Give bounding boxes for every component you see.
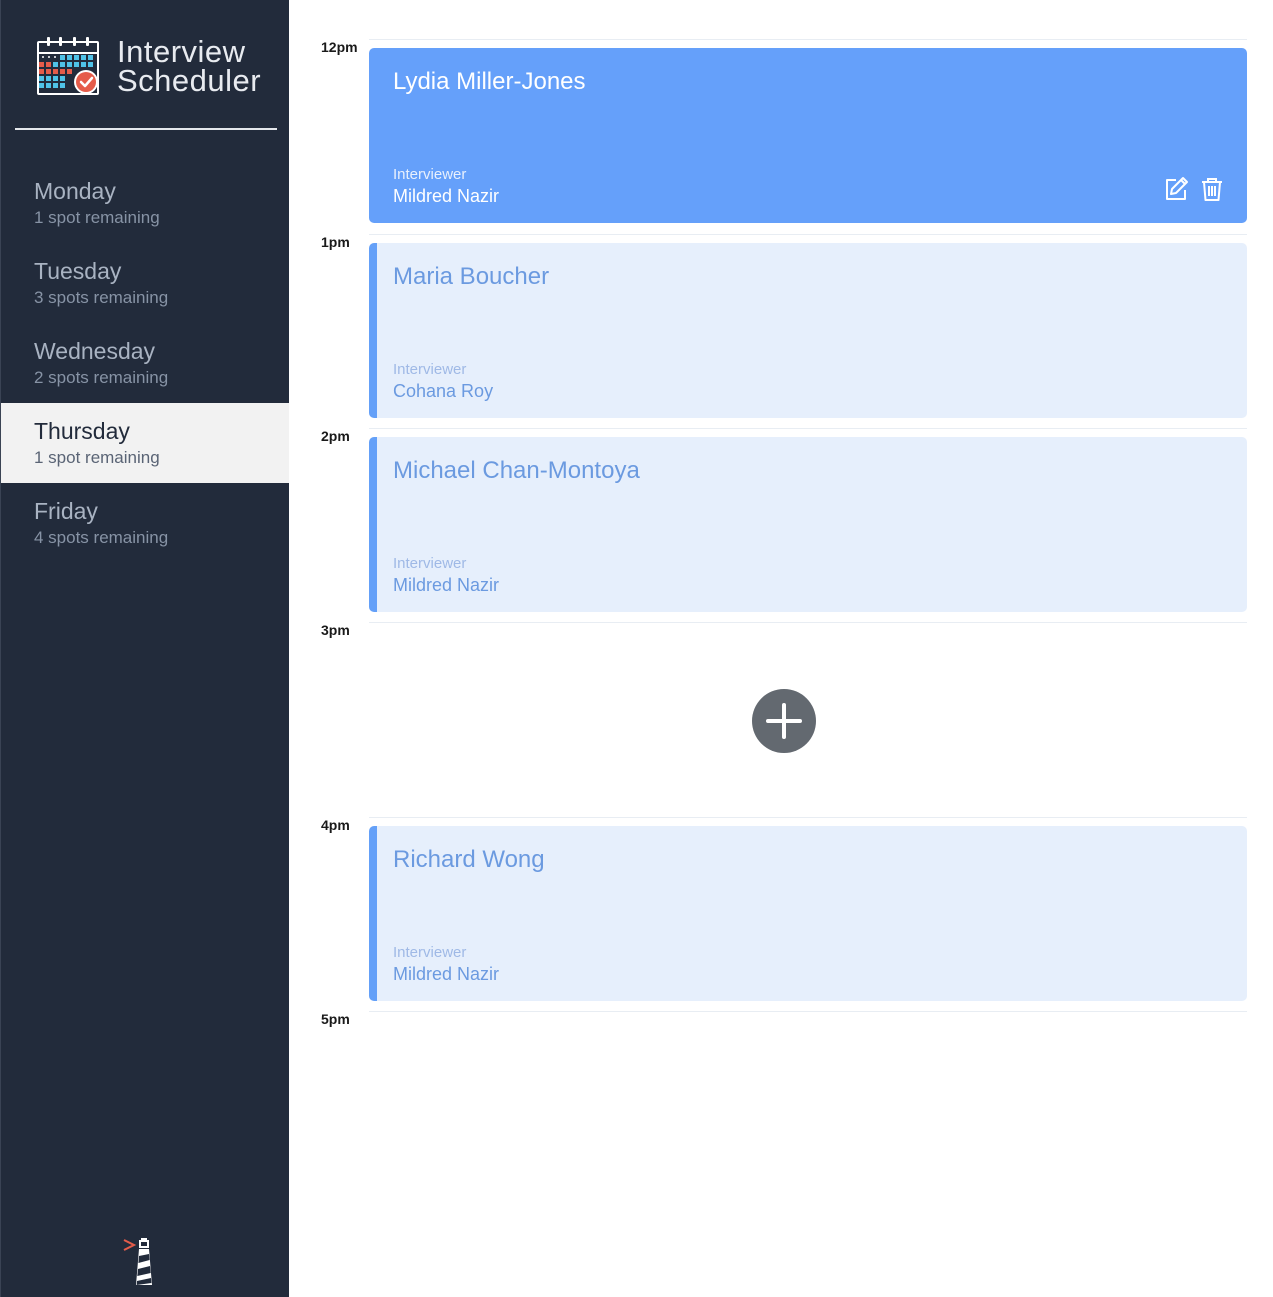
slot-divider: [369, 817, 1247, 818]
interviewer-label: Interviewer: [393, 555, 467, 572]
day-name: Tuesday: [34, 258, 122, 284]
slot-divider: [369, 234, 1247, 235]
slot-divider: [369, 622, 1247, 623]
day-spots-remaining: 4 spots remaining: [34, 528, 169, 547]
day-name: Thursday: [34, 418, 130, 444]
time-label: 1pm: [321, 234, 350, 250]
day-item-thursday[interactable]: Thursday 1 spot remaining: [1, 403, 289, 483]
student-name: Lydia Miller-Jones: [393, 68, 586, 95]
slot-divider: [369, 39, 1247, 40]
appointment-card[interactable]: Lydia Miller-Jones Interviewer Mildred N…: [369, 48, 1247, 223]
app-title-line2: Scheduler: [117, 63, 262, 98]
appointment-card[interactable]: Maria Boucher Interviewer Cohana Roy: [369, 243, 1247, 418]
slot-divider: [369, 428, 1247, 429]
app-title-line1: Interview: [117, 34, 246, 69]
interviewer-name: Cohana Roy: [393, 381, 494, 401]
day-item-friday[interactable]: Friday 4 spots remaining: [1, 483, 289, 563]
day-spots-remaining: 1 spot remaining: [34, 448, 160, 467]
day-spots-remaining: 2 spots remaining: [34, 368, 169, 387]
add-appointment-button[interactable]: [752, 689, 816, 753]
time-label: 3pm: [321, 622, 350, 638]
interviewer-label: Interviewer: [393, 944, 467, 961]
sidebar: Interview Scheduler Monday 1 spot remain…: [0, 0, 289, 1297]
app-layout: Interview Scheduler Monday 1 spot remain…: [0, 0, 1273, 1297]
appointment-card[interactable]: Richard Wong Interviewer Mildred Nazir: [369, 826, 1247, 1001]
day-name: Friday: [34, 498, 98, 524]
interviewer-label: Interviewer: [393, 361, 467, 378]
appointment-actions: [1163, 176, 1225, 202]
student-name: Michael Chan-Montoya: [393, 457, 640, 484]
app-title: Interview Scheduler: [117, 34, 262, 98]
interviewer-name: Mildred Nazir: [393, 575, 500, 595]
interviewer-name: Mildred Nazir: [393, 186, 500, 206]
day-list: Monday 1 spot remaining Tuesday 3 spots …: [1, 163, 289, 563]
app-logo: Interview Scheduler: [35, 36, 261, 96]
slot-divider: [369, 1011, 1247, 1012]
time-label: 2pm: [321, 428, 350, 444]
calendar-icon: [37, 37, 99, 95]
student-name: Richard Wong: [393, 846, 545, 873]
lighthouse-icon: [123, 1238, 152, 1285]
time-label: 4pm: [321, 817, 350, 833]
appointment-card[interactable]: Michael Chan-Montoya Interviewer Mildred…: [369, 437, 1247, 612]
edit-icon[interactable]: [1163, 176, 1189, 202]
student-name: Maria Boucher: [393, 263, 550, 290]
add-icon: [766, 703, 802, 739]
day-spots-remaining: 3 spots remaining: [34, 288, 169, 307]
time-label: 12pm: [321, 39, 358, 55]
day-item-monday[interactable]: Monday 1 spot remaining: [1, 163, 289, 243]
sidebar-separator: [15, 128, 277, 130]
day-name: Monday: [34, 178, 116, 204]
interviewer-label: Interviewer: [393, 166, 467, 183]
schedule: 12pm Lydia Miller-Jones Interviewer Mild…: [289, 0, 1273, 1297]
day-name: Wednesday: [34, 338, 156, 364]
day-item-wednesday[interactable]: Wednesday 2 spots remaining: [1, 323, 289, 403]
time-label: 5pm: [321, 1011, 350, 1027]
interviewer-name: Mildred Nazir: [393, 964, 500, 984]
day-item-tuesday[interactable]: Tuesday 3 spots remaining: [1, 243, 289, 323]
trash-icon[interactable]: [1199, 176, 1225, 202]
day-spots-remaining: 1 spot remaining: [34, 208, 160, 227]
